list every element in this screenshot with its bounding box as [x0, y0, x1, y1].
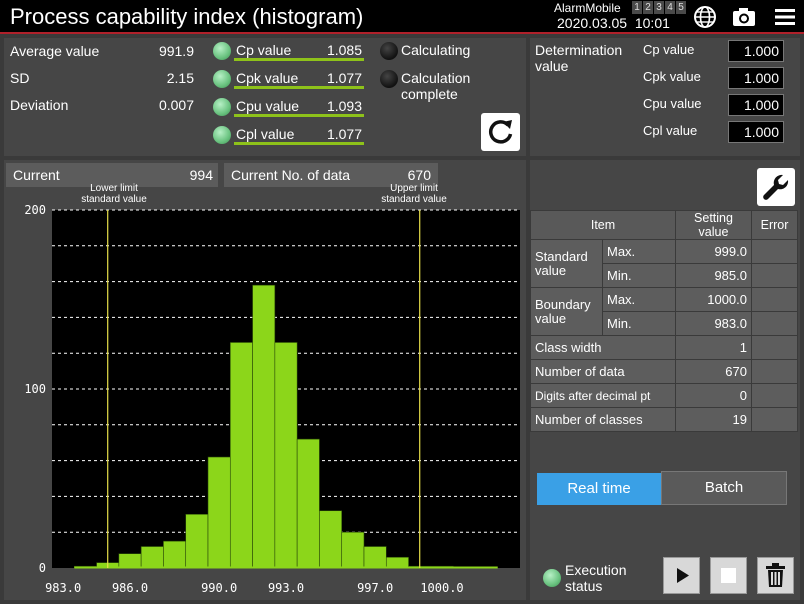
digits-error [751, 383, 798, 408]
boundary-value-label: Boundary value [530, 287, 603, 336]
number-of-data-label: Number of data [530, 359, 676, 384]
stop-icon [721, 568, 736, 583]
x-tick-label: 993.0 [268, 581, 304, 595]
x-tick-label: 997.0 [357, 581, 393, 595]
standard-max-label: Max. [602, 239, 676, 264]
boundary-max-label: Max. [602, 287, 676, 312]
number-of-data-error [751, 359, 798, 384]
stop-button[interactable] [710, 557, 747, 594]
settings-button[interactable] [757, 168, 795, 206]
class-width-value[interactable]: 1 [675, 335, 752, 360]
standard-value-label-line1: Standard [535, 248, 588, 264]
histogram-bar [341, 531, 365, 569]
trash-icon [766, 563, 785, 587]
x-tick-label: 986.0 [112, 581, 148, 595]
number-of-data-value[interactable]: 670 [675, 359, 752, 384]
standard-max-value[interactable]: 999.0 [675, 239, 752, 264]
standard-max-error [751, 239, 798, 264]
table-row: Number of data 670 [530, 359, 798, 384]
play-button[interactable] [663, 557, 700, 594]
histogram-bar [274, 342, 298, 569]
standard-min-error [751, 263, 798, 288]
table-row: Class width 1 [530, 335, 798, 360]
histogram-bar [296, 438, 320, 569]
table-row: Boundary value Max. 1000.0 [530, 287, 798, 336]
x-tick-label: 983.0 [45, 581, 81, 595]
standard-value-label-line2: value [535, 262, 567, 278]
settings-header-row: Item Setting value Error [530, 210, 798, 240]
header-error: Error [751, 210, 798, 240]
y-tick-label: 200 [24, 203, 46, 217]
digits-label: Digits after decimal pt [530, 383, 676, 408]
histogram-bar [229, 342, 253, 569]
histogram-bar [385, 556, 409, 569]
execution-status-label: Execution status [565, 562, 626, 594]
histogram-bar [140, 546, 164, 569]
histogram-bar [207, 456, 231, 569]
x-tick-label: 990.0 [201, 581, 237, 595]
y-tick-label: 0 [39, 561, 46, 575]
table-row: Number of classes 19 [530, 407, 798, 432]
boundary-max-value[interactable]: 1000.0 [675, 287, 752, 312]
digits-value[interactable]: 0 [675, 383, 752, 408]
x-tick-label: 1000.0 [420, 581, 463, 595]
play-icon [677, 568, 689, 583]
histogram-bar [185, 513, 209, 569]
boundary-max-error [751, 287, 798, 312]
standard-min-value[interactable]: 985.0 [675, 263, 752, 288]
tab-batch[interactable]: Batch [661, 471, 787, 505]
tab-real-time[interactable]: Real time [537, 473, 661, 505]
class-width-label: Class width [530, 335, 676, 360]
settings-table: Item Setting value Error Standard value … [530, 210, 798, 432]
class-width-error [751, 335, 798, 360]
boundary-value-label-line1: Boundary [535, 296, 591, 312]
execution-status-led [543, 569, 561, 587]
number-of-classes-value[interactable]: 19 [675, 407, 752, 432]
boundary-min-label: Min. [602, 311, 676, 336]
number-of-classes-label: Number of classes [530, 407, 676, 432]
execution-status-line2: status [565, 578, 603, 594]
header-setting-value: Setting value [675, 210, 752, 240]
table-row: Standard value Max. 999.0 [530, 239, 798, 288]
standard-min-label: Min. [602, 263, 676, 288]
boundary-min-value[interactable]: 983.0 [675, 311, 752, 336]
histogram-bar [319, 510, 343, 569]
wrench-icon [763, 174, 789, 200]
boundary-min-error [751, 311, 798, 336]
delete-button[interactable] [757, 557, 794, 594]
histogram-bar [118, 553, 142, 569]
execution-status-line1: Execution [565, 562, 627, 578]
standard-value-label: Standard value [530, 239, 603, 288]
y-tick-label: 100 [24, 382, 46, 396]
histogram-bar [163, 540, 187, 569]
boundary-value-label-line2: value [535, 310, 567, 326]
table-row: Digits after decimal pt 0 [530, 383, 798, 408]
number-of-classes-error [751, 407, 798, 432]
histogram-bar [363, 546, 387, 569]
histogram-bar [252, 284, 276, 569]
header-item: Item [530, 210, 676, 240]
